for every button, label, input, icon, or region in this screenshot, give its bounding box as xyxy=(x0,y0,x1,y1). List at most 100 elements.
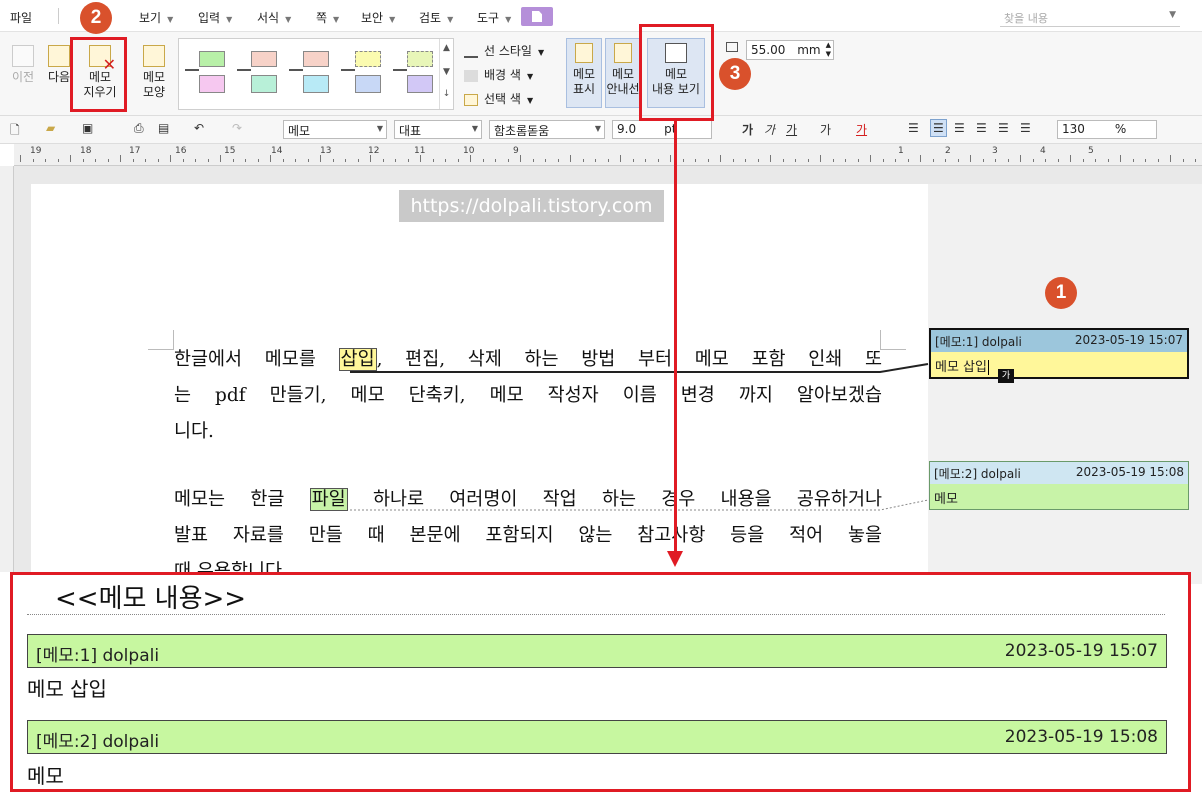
memo-width-unit: mm xyxy=(797,43,821,57)
preview-icon[interactable]: ▤ xyxy=(158,121,169,135)
save-icon[interactable]: ▣ xyxy=(82,121,93,135)
menu-view[interactable]: 보기 ▼ xyxy=(139,9,173,26)
memo-card-body[interactable]: 메모 xyxy=(930,484,1188,509)
ruler-number: 10 xyxy=(463,146,475,156)
horizontal-ruler[interactable]: 19 18 17 16 15 14 13 12 11 10 9 1 2 3 4 5 xyxy=(14,144,1202,166)
chevron-down-icon: ▼ xyxy=(226,15,233,24)
memo-card-2[interactable]: [메모:2] dolpali 2023-05-19 15:08 메모 xyxy=(929,461,1189,510)
ruler-tick xyxy=(957,159,959,162)
search-input[interactable]: 찾을 내용 ▼ xyxy=(1000,7,1180,27)
prev-memo-button[interactable]: 이전 xyxy=(6,45,40,85)
memo-style-4[interactable] xyxy=(341,47,391,99)
menu-insert-label: 입력 xyxy=(198,11,221,25)
ruler-tick xyxy=(570,155,571,162)
vertical-ruler[interactable] xyxy=(0,166,14,572)
open-folder-icon[interactable]: ▰ xyxy=(46,121,55,135)
align-right-icon[interactable]: ☰ xyxy=(976,121,987,135)
menu-insert[interactable]: 입력 ▼ xyxy=(198,9,232,26)
menu-bar: 파일 보기 ▼ 입력 ▼ 서식 ▼ 쪽 ▼ 보안 ▼ 검토 ▼ 도구 ▼ 찾을 내용 ▼ xyxy=(0,0,1202,32)
line-style-dropdown[interactable]: 선 스타일 ▼ xyxy=(464,42,544,59)
memo-card-header: [메모:2] dolpali 2023-05-19 15:08 xyxy=(930,462,1188,484)
ruler-tick xyxy=(732,159,734,162)
font-color-icon[interactable]: 가 xyxy=(856,121,867,138)
ruler-tick xyxy=(620,155,621,162)
ruler-tick xyxy=(907,159,909,162)
ruler-tick xyxy=(95,159,96,162)
ruler-tick xyxy=(470,155,471,162)
memo-style-3[interactable] xyxy=(289,47,339,99)
select-color-dropdown[interactable]: 선택 색 ▼ xyxy=(464,90,533,107)
style-select[interactable]: 메모 ▼ xyxy=(283,120,387,139)
new-doc-icon[interactable]: 🗋 xyxy=(10,121,20,142)
memo-guide-button[interactable]: 메모 안내선 xyxy=(605,38,641,108)
menu-page[interactable]: 쪽 ▼ xyxy=(316,9,339,26)
zoom-input[interactable]: 130% xyxy=(1057,120,1157,139)
gallery-scrollbar[interactable]: ▲ ▼ ↓ xyxy=(439,39,453,109)
watermark: https://dolpali.tistory.com xyxy=(399,190,664,222)
select-color-icon xyxy=(464,93,478,106)
ruler-tick xyxy=(82,159,84,162)
memo-show-label-2: 표시 xyxy=(572,82,596,96)
spinner-icon[interactable]: ▲ ▼ xyxy=(826,41,831,59)
highlight-memo-view xyxy=(639,24,714,121)
zoom-unit: % xyxy=(1114,122,1127,136)
memo-style-1[interactable] xyxy=(185,47,235,99)
menu-tools[interactable]: 도구 ▼ xyxy=(477,9,511,26)
redo-icon[interactable]: ↷ xyxy=(232,121,242,135)
ruler-tick xyxy=(195,159,196,162)
bold-icon[interactable]: 가 xyxy=(742,121,753,138)
text-run: 메모는 한글 xyxy=(174,489,310,510)
ruler-number: 13 xyxy=(320,146,332,156)
memo-style-2[interactable] xyxy=(237,47,287,99)
menu-file[interactable]: 파일 xyxy=(10,9,32,26)
font-size-input[interactable]: 9.0 pt xyxy=(612,120,712,139)
menu-security[interactable]: 보안 ▼ xyxy=(361,9,395,26)
chevron-down-icon: ▼ xyxy=(471,124,478,133)
memo-tab-icon[interactable] xyxy=(521,7,553,26)
font-group-select[interactable]: 대표 ▼ xyxy=(394,120,482,139)
ruler-tick xyxy=(1020,155,1021,162)
paragraph-2-line-3[interactable]: 때 유용합니다. xyxy=(174,554,882,572)
underline-icon[interactable]: 가 xyxy=(786,121,797,138)
font-select[interactable]: 함초롬돋움 ▼ xyxy=(489,120,605,139)
memo-guide-label-2: 안내선 xyxy=(606,82,640,96)
strikethrough-icon[interactable]: 가 xyxy=(820,121,831,138)
menu-divider xyxy=(58,8,59,24)
menu-format[interactable]: 서식 ▼ xyxy=(257,9,291,26)
justify-icon[interactable]: ☰ xyxy=(908,121,919,135)
memo-card-1[interactable]: [메모:1] dolpali 2023-05-19 15:07 메모 삽입 xyxy=(929,328,1189,379)
ruler-number: 12 xyxy=(368,146,380,156)
memo-show-label-1: 메모 xyxy=(572,67,596,81)
memo-guide-label-1: 메모 xyxy=(611,67,635,81)
arrow-left-icon xyxy=(12,45,34,67)
step-badge-1: 1 xyxy=(1045,277,1077,309)
chevron-down-icon[interactable]: ▼ xyxy=(1169,10,1176,20)
memo-card-body[interactable]: 메모 삽입 xyxy=(931,352,1187,377)
italic-icon[interactable]: 가 xyxy=(764,121,775,138)
undo-icon[interactable]: ↶ xyxy=(194,121,204,135)
align-left-icon[interactable]: ☰ xyxy=(930,119,947,137)
ruler-tick xyxy=(895,159,896,162)
memo-anchor-2[interactable]: 파일 xyxy=(309,488,348,511)
menu-review-label: 검토 xyxy=(419,11,442,25)
ruler-tick xyxy=(820,155,821,162)
memo-style-gallery[interactable]: ▲ ▼ ↓ xyxy=(178,38,454,110)
memo-style-5[interactable] xyxy=(393,47,443,99)
memo-width-input[interactable]: 55.00 mm ▲ ▼ xyxy=(746,40,834,60)
bg-color-dropdown[interactable]: 배경 색 ▼ xyxy=(464,66,533,83)
step-badge-3: 3 xyxy=(719,58,751,90)
menu-review[interactable]: 검토 ▼ xyxy=(419,9,453,26)
memo-text: 메모 xyxy=(934,492,958,507)
ruler-tick xyxy=(795,159,796,162)
paragraph-2-line-2[interactable]: 발표 자료를 만들 때 본문에 포함되지 않는 참고사항 등을 적어 놓을 xyxy=(174,518,882,554)
memo-author: [메모:1] dolpali xyxy=(935,335,1022,349)
distribute-icon[interactable]: ☰ xyxy=(998,121,1009,135)
memo-shape-button[interactable]: 메모 모양 xyxy=(134,45,174,100)
align-center-icon[interactable]: ☰ xyxy=(954,121,965,135)
ruler-tick xyxy=(270,155,271,162)
print-icon[interactable]: ⎙ xyxy=(134,121,144,136)
divide-icon[interactable]: ☰ xyxy=(1020,121,1031,135)
ruler-number: 18 xyxy=(80,146,92,156)
memo-show-button[interactable]: 메모 표시 xyxy=(566,38,602,108)
ruler-tick xyxy=(495,159,496,162)
